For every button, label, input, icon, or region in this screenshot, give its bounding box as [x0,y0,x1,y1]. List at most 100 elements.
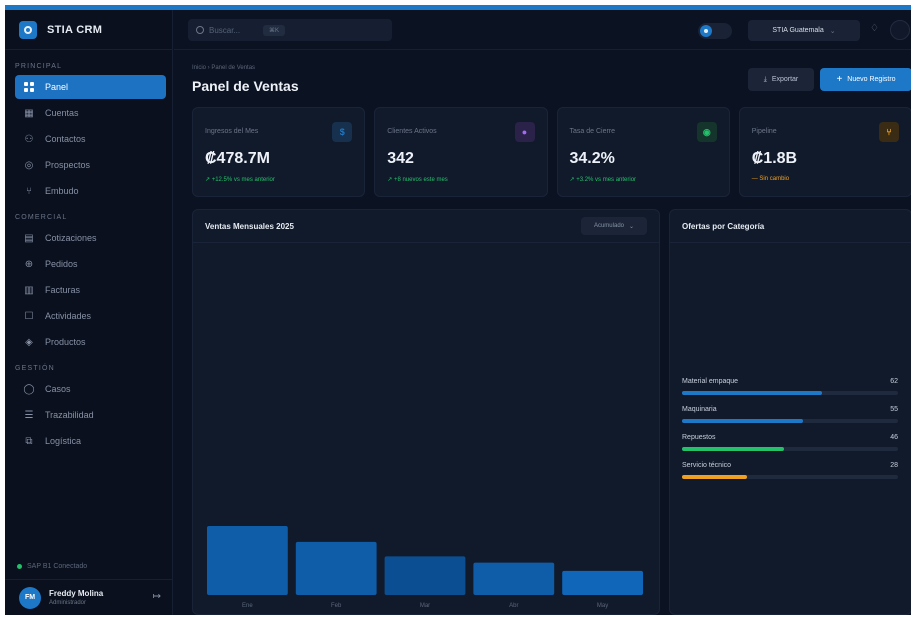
sidebar-item-cotizaciones[interactable]: ▤ Cotizaciones [15,226,166,250]
category-name: Maquinaria [682,406,717,413]
sidebar-nav: PRINCIPAL Panel ▦ Cuentas ⚇ Contactos ◎ Prospec… [5,60,172,453]
category-bar-fill [682,447,784,451]
sidebar-item-label: Contactos [45,134,86,144]
theme-toggle[interactable] [698,23,732,39]
sidebar-item-trazabilidad[interactable]: ☰ Trazabilidad [15,403,166,427]
export-button[interactable]: ⤓ Exportar [748,68,814,91]
category-name: Material empaque [682,378,739,385]
bar-ene[interactable] [207,526,288,595]
category-bar-track [682,475,898,479]
sidebar-item-label: Logística [45,436,82,446]
sidebar-item-casos[interactable]: ◯ Casos [15,377,166,401]
sidebar-item-cuentas[interactable]: ▦ Cuentas [15,101,166,125]
building-icon: ▦ [24,107,34,119]
page-title: Panel de Ventas [192,78,299,94]
category-name: Servicio técnico [682,462,732,469]
kpi-label: Clientes Activos [387,128,437,135]
sidebar-item-label: Cotizaciones [45,233,97,243]
chat-icon: ◯ [23,383,35,395]
category-row: Maquinaria 55 [682,406,898,426]
category-name: Repuestos [682,434,716,441]
new-record-button[interactable]: + Nuevo Registro [820,68,911,91]
list-icon: ☰ [24,409,34,421]
sidebar-item-actividades[interactable]: ☐ Actividades [15,304,166,328]
brand-name: STIA CRM [47,23,103,36]
top-avatar[interactable] [890,20,910,40]
sidebar-item-label: Embudo [45,186,79,196]
x-tick-label: Abr [509,603,518,609]
sidebar-item-label: Cuentas [45,108,79,118]
users-icon: ● [514,122,535,142]
sidebar-item-contactos[interactable]: ⚇ Contactos [15,127,166,151]
sidebar-item-label: Prospectos [45,160,91,170]
sidebar-item-label: Trazabilidad [45,410,94,420]
x-tick-label: Ene [242,603,253,609]
download-icon: ⤓ [763,75,767,83]
bar-mar[interactable] [384,556,466,595]
kpi-delta: ↗ +8 nuevos este mes [387,177,448,183]
kpi-label: Ingresos del Mes [205,128,259,135]
sidebar-item-label: Casos [45,384,71,394]
kpi-card: Pipeline ₡1.8B — Sin cambio ⑂ [738,107,911,197]
avatar: FM [19,586,41,609]
category-bar-track [682,447,898,451]
kpi-value: 342 [387,150,414,167]
chevron-down-icon: ⌄ [829,27,836,35]
sidebar-item-label: Productos [45,337,86,347]
category-bar-track [682,391,898,395]
main-content: Inicio › Panel de Ventas Panel de Ventas… [174,51,911,615]
kpi-delta: ↗ +12.5% vs mes anterior [205,177,275,183]
kpi-value: ₡478.7M [205,150,270,167]
kpi-delta: ↗ +3.2% vs mes anterior [569,177,637,183]
x-tick-label: Mar [420,603,430,609]
category-row: Repuestos 46 [682,434,898,454]
company-name: STIA Guatemala [772,27,824,34]
toggle-knob-icon [700,25,712,37]
bar-abr[interactable] [473,562,555,595]
category-row: Material empaque 62 [682,378,898,398]
kpi-card: Tasa de Cierre 34.2% ↗ +3.2% vs mes ante… [556,107,730,197]
kpi-card: Ingresos del Mes ₡478.7M ↗ +12.5% vs mes… [192,107,366,197]
category-bar-fill [682,475,747,479]
category-offers-panel: Ofertas por Categoría Material empaque 62… [669,209,911,615]
sidebar-item-prospectos[interactable]: ◎ Prospectos [15,153,166,177]
kpi-card: Clientes Activos 342 ↗ +8 nuevos este me… [374,107,548,197]
category-value: 28 [890,462,898,469]
app-window: STIA CRM PRINCIPAL Panel ▦ Cuentas ⚇ Contacto… [5,5,911,615]
sales-bar-chart: Ene Feb Mar Abr May [207,526,643,609]
search-input[interactable] [209,25,259,35]
bar-may[interactable] [562,570,643,595]
sidebar-item-logistica[interactable]: ⧉ Logística [15,429,166,453]
sidebar-item-facturas[interactable]: ▥ Facturas [15,278,166,302]
funnel-icon: ⑂ [26,185,32,197]
sidebar-item-productos[interactable]: ◈ Productos [15,330,166,354]
users-icon: ⚇ [24,133,34,145]
cart-icon: ⊕ [24,258,34,270]
category-panel-title: Ofertas por Categoría [682,222,765,231]
truck-icon: ⧉ [25,435,33,447]
sales-chart-panel: Ventas Mensuales 2025 Acumulado ⌄ Ene Feb… [192,209,660,615]
kpi-row: Ingresos del Mes ₡478.7M ↗ +12.5% vs mes… [192,107,911,197]
bar-feb[interactable] [295,541,377,595]
export-label: Exportar [771,76,799,83]
nav-section-label: COMERCIAL [15,214,68,221]
x-tick-label: May [597,603,608,609]
nav-section-label: PRINCIPAL [15,63,63,70]
search-shortcut: ⌘K [263,24,286,36]
search-box[interactable]: ⌘K [188,19,392,41]
user-profile[interactable]: FM Freddy Molina Administrador ↦ [5,579,173,615]
bell-icon[interactable]: ♢ [870,23,879,34]
category-bar-fill [682,419,803,423]
category-value: 55 [890,406,898,413]
category-bar-fill [682,391,823,395]
brand[interactable]: STIA CRM [5,10,172,50]
grid-icon [23,81,35,93]
company-selector[interactable]: STIA Guatemala ⌄ [748,20,860,41]
category-bar-track [682,419,898,423]
category-row: Servicio técnico 28 [682,462,898,482]
sidebar-item-panel[interactable]: Panel [15,75,166,99]
sidebar-item-pedidos[interactable]: ⊕ Pedidos [15,252,166,276]
kpi-value: ₡1.8B [751,150,798,167]
sidebar-item-embudo[interactable]: ⑂ Embudo [15,179,166,203]
logout-icon[interactable]: ↦ [153,591,161,602]
